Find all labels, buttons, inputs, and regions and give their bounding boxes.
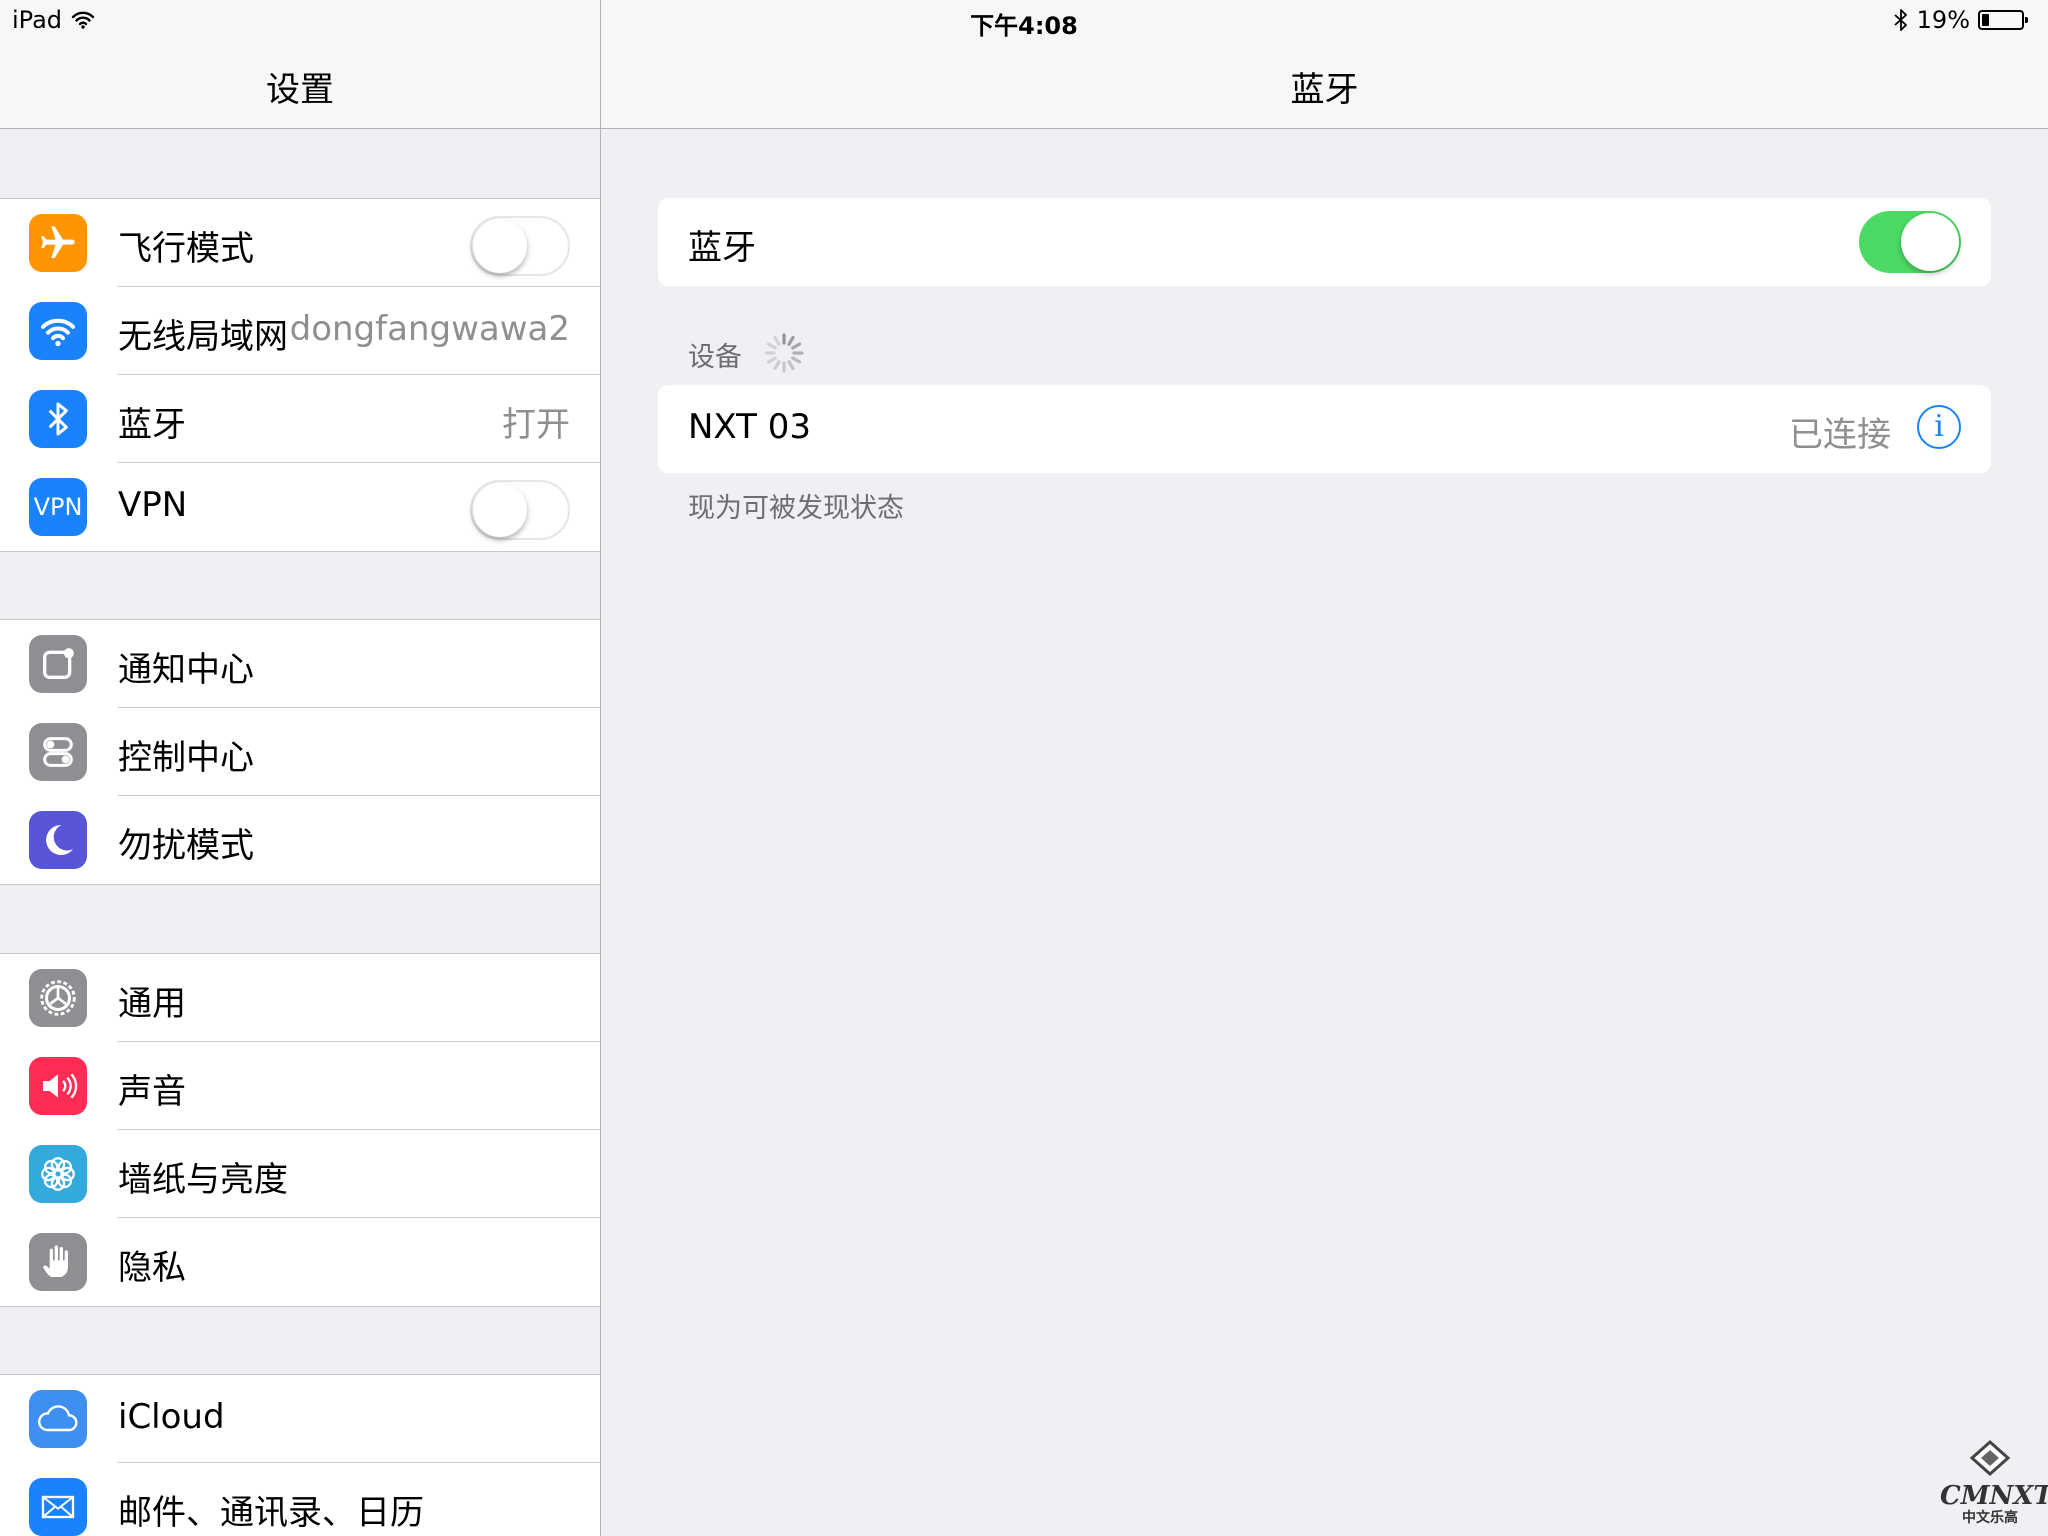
vpn-label: VPN — [118, 485, 188, 525]
hand-icon — [29, 1233, 87, 1291]
vpn-icon: VPN — [29, 478, 87, 536]
settings-row-sounds[interactable]: 声音 — [0, 1042, 600, 1130]
vpn-toggle[interactable] — [470, 480, 570, 540]
flower-icon — [29, 1145, 87, 1203]
bluetooth-toggle-row[interactable]: 蓝牙 — [658, 198, 1991, 286]
bluetooth-label: 蓝牙 — [118, 405, 186, 445]
speaker-icon — [29, 1057, 87, 1115]
bluetooth-status: 打开 — [502, 405, 570, 445]
settings-row-control-center[interactable]: 控制中心 — [0, 708, 600, 796]
settings-row-vpn[interactable]: VPN VPN — [0, 463, 600, 551]
toggle-knob — [1901, 213, 1959, 271]
bluetooth-toggle-label: 蓝牙 — [688, 228, 756, 268]
vpn-icon-text: VPN — [33, 493, 83, 521]
airplane-icon — [29, 214, 87, 272]
wifi-network-name: dongfangwawa2 — [289, 309, 570, 349]
settings-row-privacy[interactable]: 隐私 — [0, 1218, 600, 1306]
watermark-logo: CMNXT 中文乐高 — [1940, 1439, 2048, 1536]
general-label: 通用 — [118, 984, 186, 1024]
settings-row-general[interactable]: 通用 — [0, 954, 600, 1042]
settings-group-connectivity: 飞行模式 无线局域网 dongfangwawa2 蓝牙 打开 VPN VPN — [0, 198, 600, 552]
status-bar-right: 19% — [1893, 6, 2028, 34]
privacy-label: 隐私 — [118, 1248, 186, 1288]
mail-icon — [29, 1478, 87, 1536]
settings-group-accounts: iCloud 邮件、通讯录、日历 — [0, 1374, 600, 1536]
info-icon[interactable]: i — [1917, 405, 1961, 449]
moon-icon — [29, 811, 87, 869]
loading-spinner-icon — [764, 333, 804, 373]
toggle-knob — [473, 483, 527, 537]
settings-row-notification-center[interactable]: 通知中心 — [0, 620, 600, 708]
cloud-icon — [29, 1390, 87, 1448]
mail-label: 邮件、通讯录、日历 — [118, 1493, 424, 1533]
device-name: NXT 03 — [688, 407, 811, 447]
gear-icon — [29, 969, 87, 1027]
wifi-icon — [29, 302, 87, 360]
watermark-emblem-icon — [1969, 1439, 2011, 1477]
settings-row-do-not-disturb[interactable]: 勿扰模式 — [0, 796, 600, 884]
sounds-label: 声音 — [118, 1072, 186, 1112]
watermark-subtext: 中文乐高 — [1962, 1510, 2018, 1526]
settings-sidebar: 设置 飞行模式 无线局域网 dongfangwawa2 蓝牙 打开 VPN VP… — [0, 0, 601, 1536]
battery-fill — [1982, 14, 1989, 26]
devices-section-header: 设备 — [688, 342, 742, 373]
settings-group-centers: 通知中心 控制中心 勿扰模式 — [0, 619, 600, 885]
bluetooth-icon — [29, 390, 87, 448]
discoverable-note: 现为可被发现状态 — [688, 493, 904, 524]
battery-icon — [1978, 10, 2028, 30]
device-row-nxt03[interactable]: NXT 03 已连接 i — [658, 385, 1991, 473]
bluetooth-toggle[interactable] — [1859, 211, 1961, 273]
status-bar-time: 下午4:08 — [970, 12, 1078, 40]
detail-title: 蓝牙 — [1290, 70, 1359, 110]
status-bar: iPad 下午4:08 19% — [0, 0, 2048, 40]
settings-row-mail[interactable]: 邮件、通讯录、日历 — [0, 1463, 600, 1536]
settings-group-device: 通用 声音 墙纸与亮度 隐私 — [0, 953, 600, 1307]
control-center-icon — [29, 723, 87, 781]
settings-row-icloud[interactable]: iCloud — [0, 1375, 600, 1463]
device-connection-status: 已连接 — [1789, 415, 1891, 455]
sidebar-title: 设置 — [266, 70, 334, 110]
control-center-label: 控制中心 — [118, 738, 254, 778]
settings-row-bluetooth[interactable]: 蓝牙 打开 — [0, 375, 600, 463]
watermark-text: CMNXT — [1940, 1481, 2048, 1511]
notification-center-label: 通知中心 — [118, 650, 254, 690]
notification-center-icon — [29, 635, 87, 693]
battery-percentage: 19% — [1916, 6, 1970, 34]
toggle-knob — [473, 219, 527, 273]
icloud-label: iCloud — [118, 1397, 225, 1437]
wifi-label: 无线局域网 — [118, 317, 288, 357]
settings-row-wallpaper[interactable]: 墙纸与亮度 — [0, 1130, 600, 1218]
airplane-mode-toggle[interactable] — [470, 216, 570, 276]
settings-row-wifi[interactable]: 无线局域网 dongfangwawa2 — [0, 287, 600, 375]
do-not-disturb-label: 勿扰模式 — [118, 826, 254, 866]
airplane-mode-label: 飞行模式 — [118, 229, 254, 269]
settings-row-airplane-mode[interactable]: 飞行模式 — [0, 199, 600, 287]
wallpaper-label: 墙纸与亮度 — [118, 1160, 288, 1200]
bluetooth-status-icon — [1894, 9, 1907, 31]
